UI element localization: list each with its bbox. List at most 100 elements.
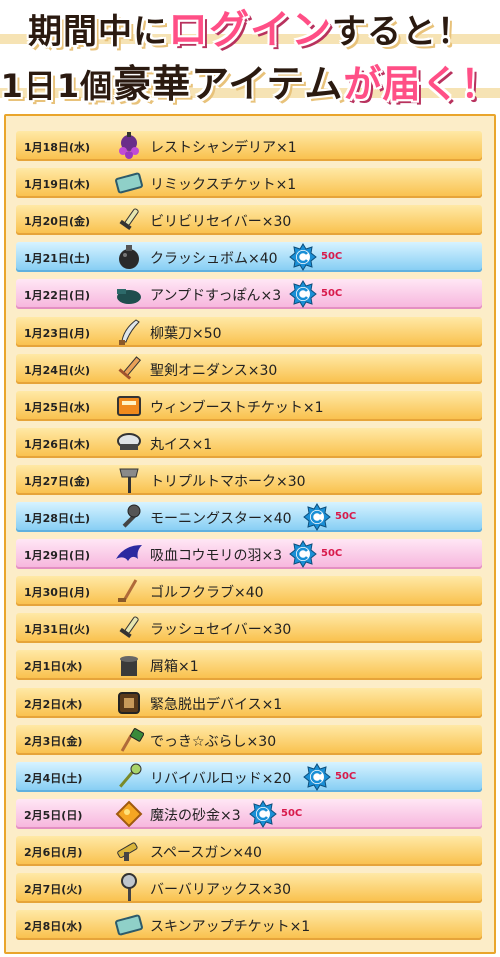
axe-icon — [114, 465, 144, 495]
item-name: ラッシュセイバー×30 — [150, 622, 292, 639]
bonus-row: 1月19日(木) リミックスチケット×1 — [16, 168, 482, 199]
bonus-row: 2月6日(月) スペースガン×40 — [16, 835, 482, 866]
bonus-date: 2月2日(木) — [24, 697, 83, 711]
bonus-row: 1月29日(日) 吸血コウモリの羽×3 50C — [16, 539, 482, 570]
mace-icon — [114, 502, 144, 532]
coin-cost: 50C — [321, 251, 343, 263]
bonus-row: 2月4日(土) リバイバルロッド×20 50C — [16, 761, 482, 792]
item-name: クラッシュボム×40 — [150, 251, 278, 268]
chandelier-icon — [114, 131, 144, 161]
item-name: 柳葉刀×50 — [150, 325, 222, 342]
campaign-header: 期間中にログインすると！ 1日1個豪華アイテムが届く！ — [0, 0, 500, 112]
coin-cost: 50C — [321, 548, 343, 560]
blade-icon — [114, 317, 144, 347]
sword-icon — [114, 354, 144, 384]
bonus-date: 1月30日(月) — [24, 586, 91, 600]
bonus-date: 2月6日(月) — [24, 845, 83, 859]
bonus-row: 1月23日(月) 柳葉刀×50 — [16, 316, 482, 347]
bonus-date: 1月18日(水) — [24, 141, 91, 154]
item-name: 屑箱×1 — [150, 659, 199, 676]
bomb-icon — [114, 242, 144, 272]
item-name: スペースガン×40 — [150, 844, 262, 861]
golf-club-icon — [114, 576, 144, 606]
ticket-icon — [114, 910, 144, 940]
coin-icon — [303, 762, 331, 791]
headline-text: 期間中に — [28, 12, 168, 52]
bonus-row: 2月3日(金) でっき☆ぶらし×30 — [16, 724, 482, 755]
bonus-date: 2月1日(水) — [24, 660, 83, 674]
headline-accent: が届く！ — [343, 62, 500, 106]
saber-icon — [114, 205, 144, 235]
bonus-row: 1月26日(木) 丸イス×1 — [16, 427, 482, 458]
bonus-row: 1月21日(土) クラッシュボム×40 50C — [16, 242, 482, 273]
bonus-date: 1月31日(火) — [24, 623, 91, 637]
bonus-date: 2月5日(日) — [24, 808, 83, 822]
coin-icon — [303, 503, 331, 531]
coin-icon — [249, 799, 277, 828]
rod-icon — [114, 762, 144, 792]
bonus-row: 1月18日(水) レストシャンデリア×1 — [16, 131, 482, 161]
bonus-date: 2月3日(金) — [24, 734, 83, 748]
bonus-date: 1月26日(木) — [24, 437, 91, 451]
bonus-date: 2月7日(火) — [24, 883, 83, 896]
bonus-row: 2月5日(日) 魔法の砂金×3 50C — [16, 798, 482, 829]
item-name: リバイバルロッド×20 — [150, 770, 292, 787]
item-name: 丸イス×1 — [150, 436, 213, 453]
bonus-row: 1月20日(金) ビリビリセイバー×30 — [16, 205, 482, 236]
item-name: アンプドすっぽん×3 — [150, 288, 282, 305]
ticket-box-icon — [114, 391, 144, 421]
bat-wing-icon — [114, 539, 144, 569]
bonus-row: 1月28日(土) モーニングスター×40 50C — [16, 502, 482, 532]
bonus-date: 1月25日(水) — [24, 400, 91, 414]
headline-line2: 1日1個豪華アイテムが届く！ — [0, 58, 500, 112]
bonus-date: 1月21日(土) — [24, 252, 91, 266]
device-icon — [114, 688, 144, 718]
headline-accent: ログイン — [168, 7, 332, 53]
bonus-date: 1月28日(土) — [24, 512, 91, 525]
bonus-row: 2月8日(水) スキンアップチケット×1 — [16, 910, 482, 941]
bonus-date: 2月4日(土) — [24, 771, 83, 785]
bonus-date: 1月19日(木) — [24, 178, 91, 192]
plunger-icon — [114, 279, 144, 309]
bonus-row: 1月25日(水) ウィンブーストチケット×1 — [16, 390, 482, 421]
bonus-date: 1月23日(月) — [24, 326, 91, 340]
stool-icon — [114, 428, 144, 458]
item-name: リミックスチケット×1 — [150, 177, 297, 194]
bonus-date: 1月20日(金) — [24, 215, 91, 229]
coin-icon — [289, 540, 317, 569]
item-name: ゴルフクラブ×40 — [150, 585, 264, 602]
bonus-row: 2月2日(木) 緊急脱出デバイス×1 — [16, 687, 482, 718]
item-name: 魔法の砂金×3 — [150, 807, 241, 824]
item-name: ウィンブーストチケット×1 — [150, 399, 324, 416]
item-name: レストシャンデリア×1 — [150, 140, 297, 156]
headline-text: 1日1個 — [0, 67, 114, 105]
trash-can-icon — [114, 650, 144, 680]
bonus-row: 1月27日(金) トリプルトマホーク×30 — [16, 464, 482, 495]
battle-axe-icon — [114, 873, 144, 903]
bonus-row: 1月24日(火) 聖剣オニダンス×30 — [16, 353, 482, 384]
coin-cost: 50C — [335, 511, 357, 522]
saber-icon — [114, 613, 144, 643]
headline-text: すると！ — [332, 12, 472, 52]
coin-cost: 50C — [335, 770, 357, 782]
coin-icon — [289, 243, 317, 272]
headline-text: 豪華アイテム — [113, 62, 344, 106]
coin-cost: 50C — [321, 288, 343, 300]
gun-icon — [114, 836, 144, 866]
item-name: でっき☆ぶらし×30 — [150, 733, 277, 750]
item-name: モーニングスター×40 — [150, 511, 292, 527]
item-name: ビリビリセイバー×30 — [150, 214, 292, 231]
bonus-row: 1月31日(火) ラッシュセイバー×30 — [16, 613, 482, 644]
item-name: 緊急脱出デバイス×1 — [150, 696, 283, 713]
bonus-row: 2月7日(火) バーバリアックス×30 — [16, 873, 482, 903]
login-bonus-panel: 1月18日(水) レストシャンデリア×1 1月19日(木) リミックスチケット×1 1月… — [4, 114, 496, 954]
bonus-date: 1月24日(火) — [24, 363, 91, 377]
bonus-row: 1月30日(月) ゴルフクラブ×40 — [16, 576, 482, 607]
gold-dust-icon — [114, 799, 144, 829]
headline-line1: 期間中にログインすると！ — [0, 6, 500, 56]
coin-cost: 50C — [281, 807, 303, 819]
ticket-icon — [114, 168, 144, 198]
bonus-row: 2月1日(水) 屑箱×1 — [16, 650, 482, 681]
item-name: 聖剣オニダンス×30 — [150, 362, 278, 379]
bonus-date: 2月8日(水) — [24, 920, 83, 934]
